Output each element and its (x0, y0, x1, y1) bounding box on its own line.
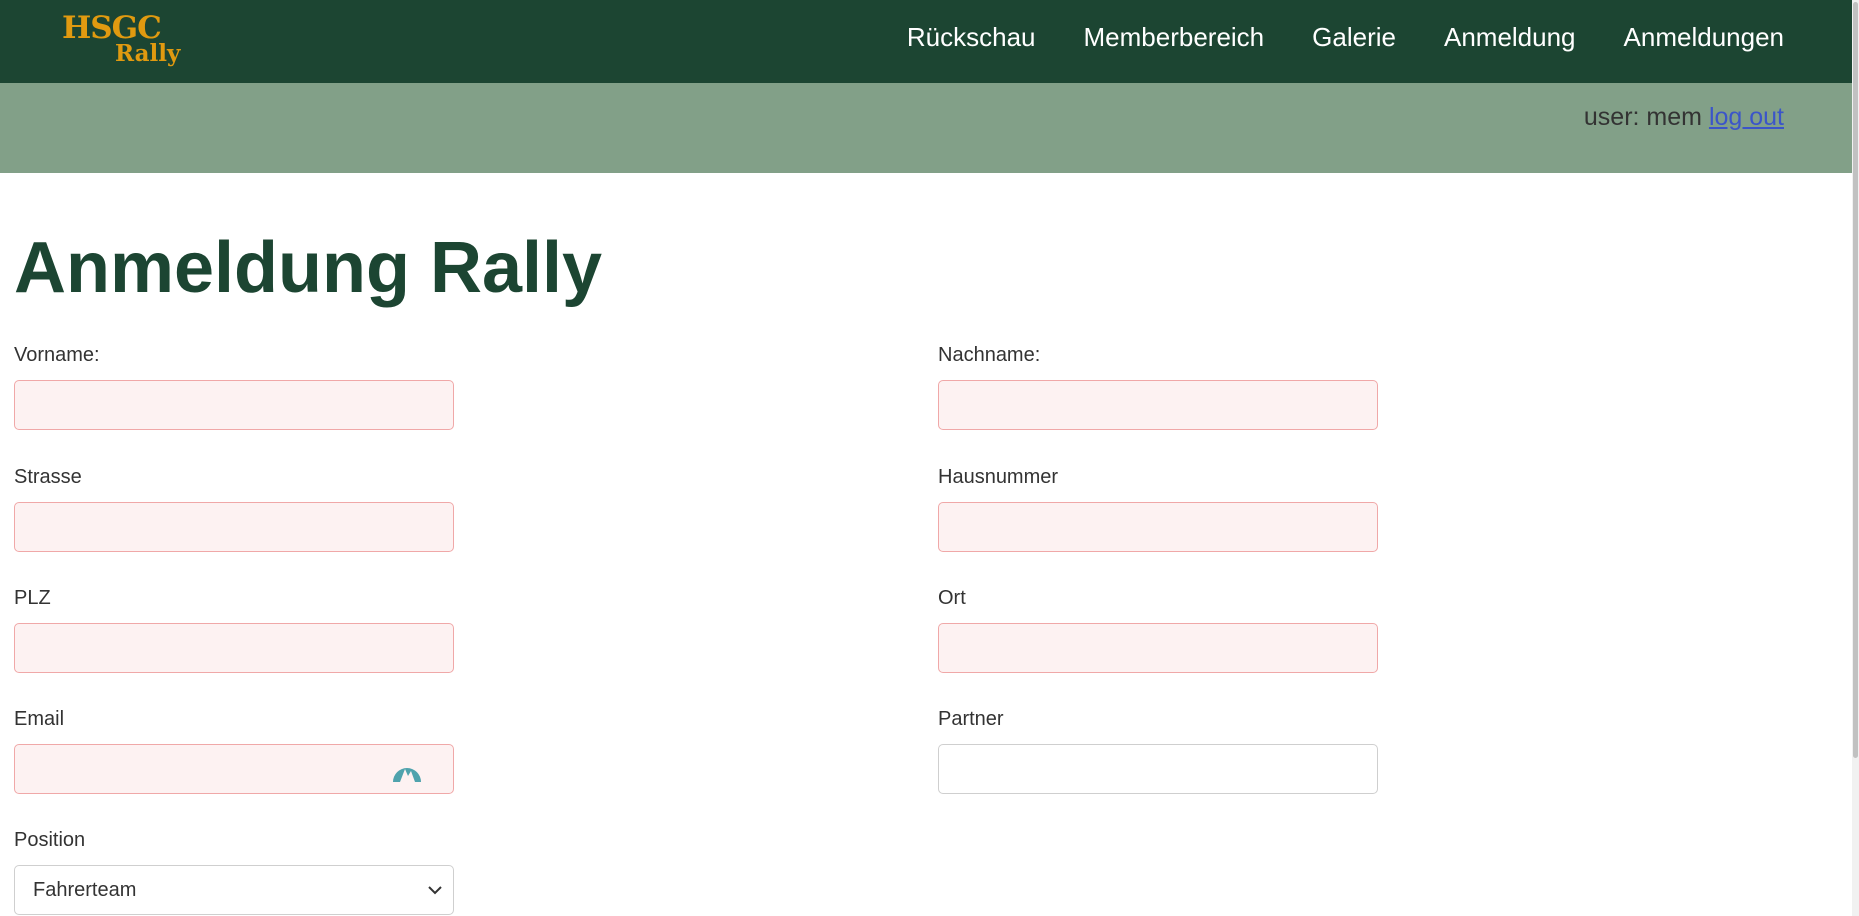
partner-label: Partner (938, 708, 1004, 730)
field-nachname: Nachname: (938, 340, 1378, 430)
email-input-wrap (14, 744, 454, 794)
user-label: user: mem (1583, 103, 1702, 131)
hausnummer-label: Hausnummer (938, 466, 1059, 488)
position-label: Position (14, 829, 86, 851)
field-email: Email (14, 704, 454, 794)
user-info: user: mem log out (1584, 103, 1784, 132)
vorname-input[interactable] (14, 380, 454, 430)
vorname-label: Vorname: (14, 344, 100, 366)
position-select[interactable]: Fahrerteam (14, 865, 454, 915)
strasse-input[interactable] (14, 502, 454, 552)
field-position: Position Fahrerteam (14, 825, 454, 915)
field-hausnummer: Hausnummer (938, 462, 1378, 552)
field-plz: PLZ (14, 583, 454, 673)
plz-input[interactable] (14, 623, 454, 673)
nav-item-anmeldung[interactable]: Anmeldung (1444, 22, 1576, 53)
field-partner: Partner (938, 704, 1378, 794)
top-navbar: HSGC Rally Rückschau Memberbereich Galer… (0, 0, 1852, 83)
field-ort: Ort (938, 583, 1378, 673)
field-vorname: Vorname: (14, 340, 454, 430)
hausnummer-input[interactable] (938, 502, 1378, 552)
page-title: Anmeldung Rally (14, 228, 603, 308)
nav-item-rueckschau[interactable]: Rückschau (907, 22, 1036, 53)
field-strasse: Strasse (14, 462, 454, 552)
chevron-down-icon (428, 886, 442, 895)
nachname-input[interactable] (938, 380, 1378, 430)
mountain-peak-icon[interactable] (392, 755, 422, 785)
ort-input[interactable] (938, 623, 1378, 673)
logo-line-2: Rally (115, 40, 181, 67)
partner-input[interactable] (938, 744, 1378, 794)
strasse-label: Strasse (14, 466, 82, 488)
logout-link[interactable]: log out (1709, 103, 1784, 131)
email-input[interactable] (14, 744, 454, 794)
nav-links: Rückschau Memberbereich Galerie Anmeldun… (907, 22, 1784, 53)
nav-item-galerie[interactable]: Galerie (1312, 22, 1396, 53)
page-scrollbar[interactable] (1852, 0, 1859, 916)
nav-item-anmeldungen[interactable]: Anmeldungen (1624, 22, 1784, 53)
email-label: Email (14, 708, 65, 730)
user-bar: user: mem log out (0, 83, 1852, 173)
nav-item-memberbereich[interactable]: Memberbereich (1084, 22, 1265, 53)
nachname-label: Nachname: (938, 344, 1041, 366)
hsgc-rally-logo[interactable]: HSGC Rally (62, 8, 182, 68)
plz-label: PLZ (14, 587, 51, 609)
scrollbar-thumb[interactable] (1853, 2, 1858, 758)
position-selected-value: Fahrerteam (33, 879, 137, 901)
ort-label: Ort (938, 587, 966, 609)
